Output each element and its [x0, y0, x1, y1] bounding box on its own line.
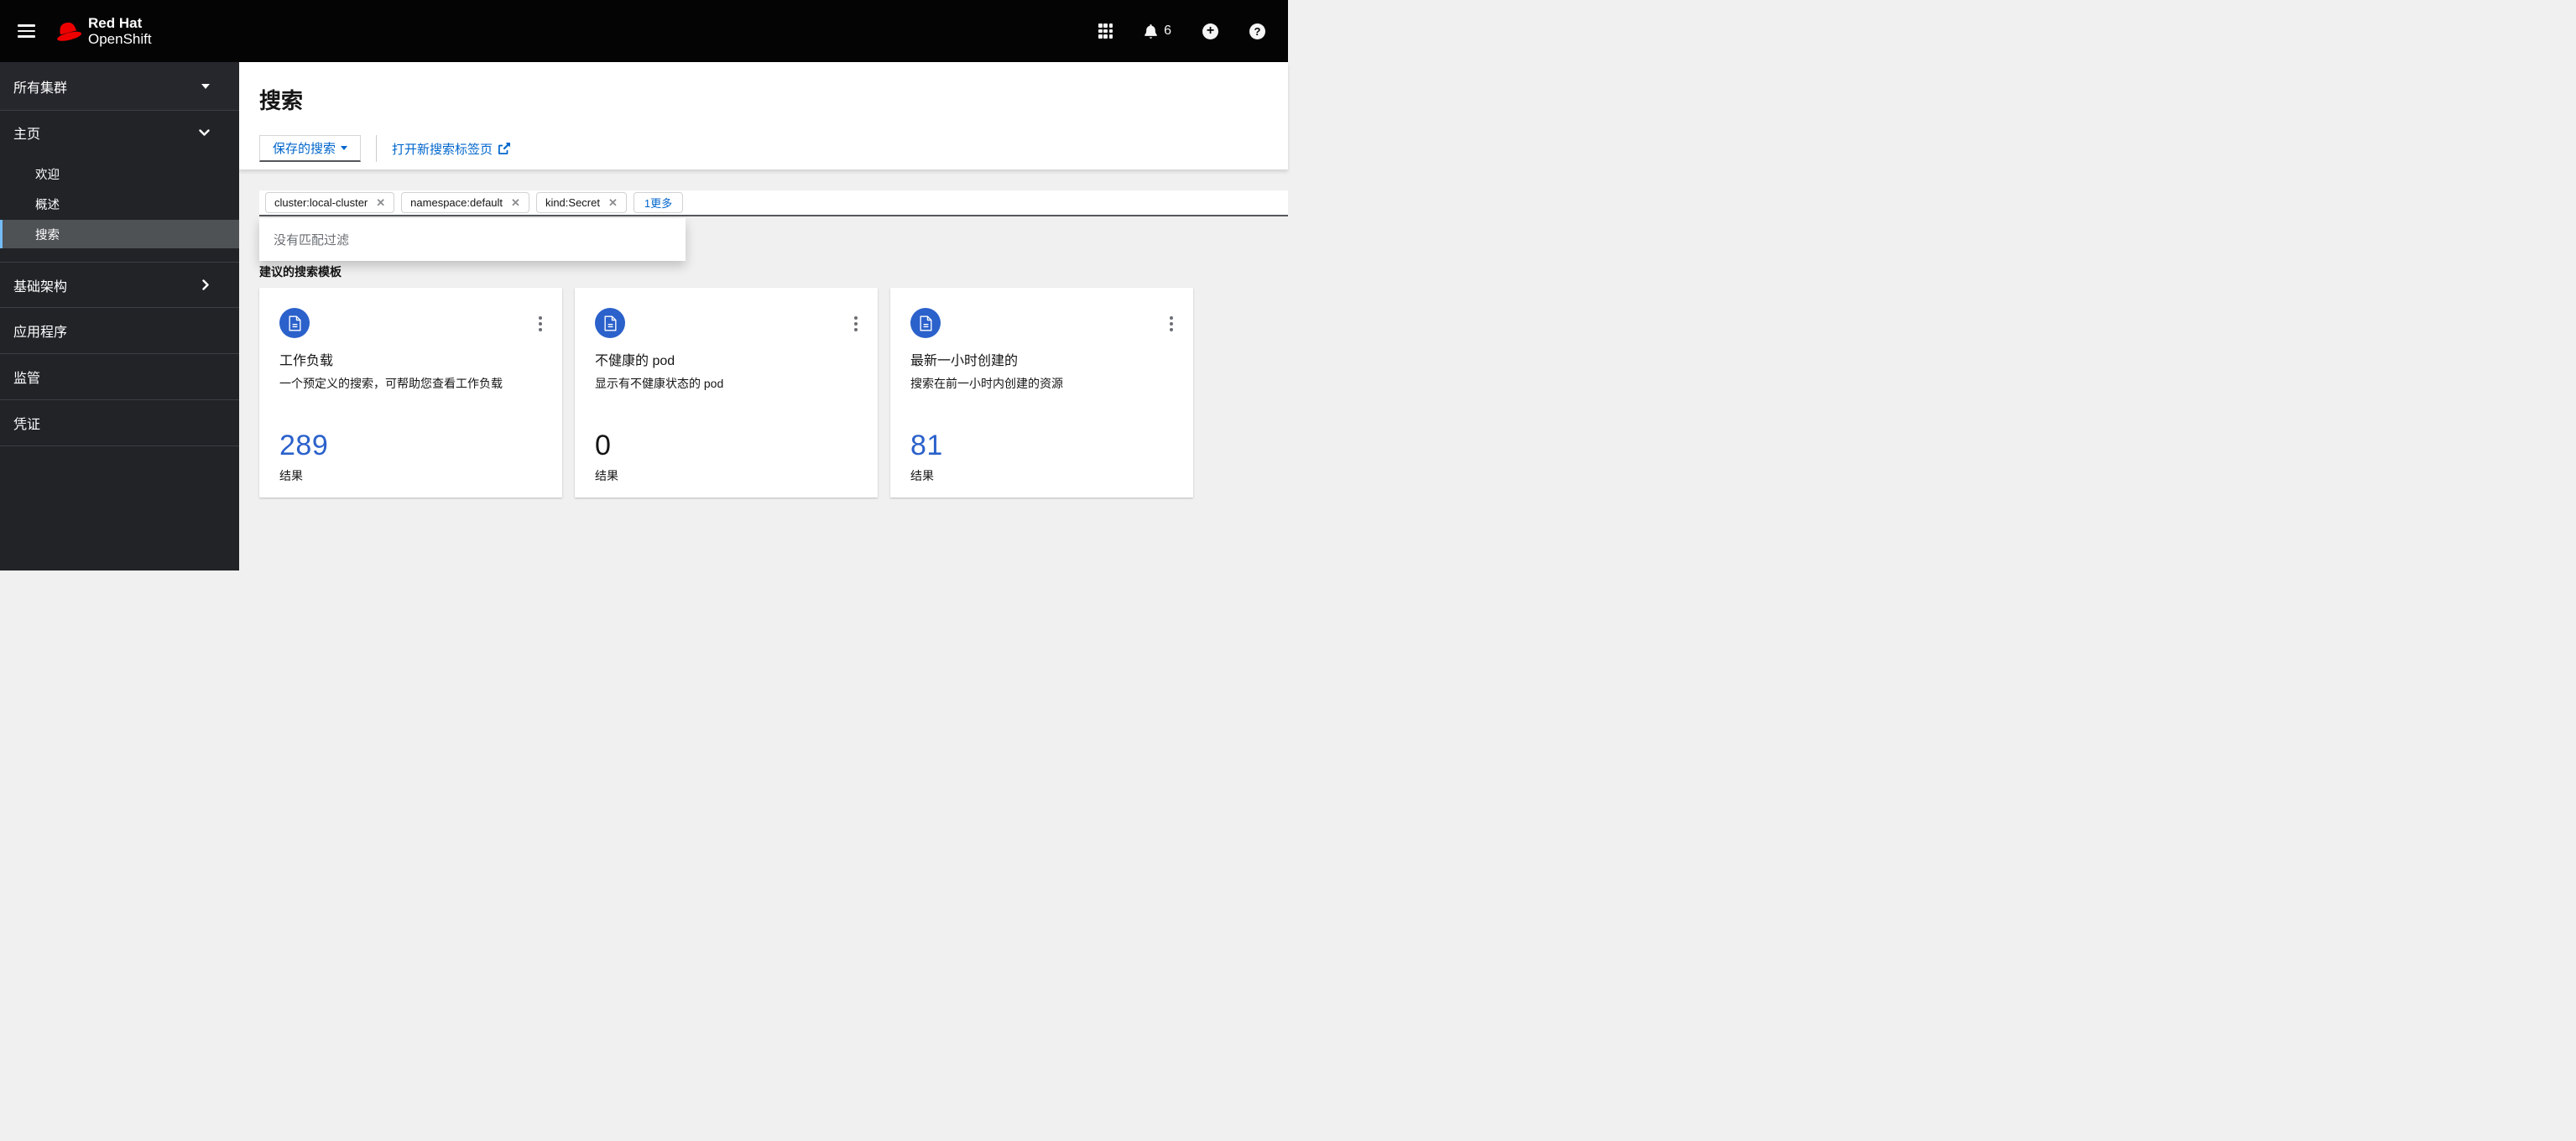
- close-icon: ✕: [607, 196, 618, 209]
- card-result: 289 结果: [279, 430, 328, 484]
- more-filters-label: 1更多: [644, 197, 673, 210]
- result-label: 结果: [595, 469, 618, 482]
- sidebar-item-search[interactable]: 搜索: [0, 220, 239, 248]
- close-icon: ✕: [376, 196, 386, 209]
- suggested-search-card-workloads[interactable]: 工作负载 一个预定义的搜索，可帮助您查看工作负载 289 结果: [259, 288, 562, 498]
- open-new-search-tab-link[interactable]: 打开新搜索标签页: [392, 140, 511, 158]
- document-circle-icon: [279, 308, 310, 338]
- card-title: 工作负载: [279, 354, 334, 368]
- document-circle-icon: [910, 308, 941, 338]
- card-title: 最新一小时创建的: [910, 354, 1019, 368]
- page-title: 搜索: [259, 88, 304, 113]
- sidebar-item-credentials[interactable]: 凭证: [0, 400, 239, 446]
- question-circle-icon: ?: [1249, 23, 1265, 39]
- chevron-right-icon: [202, 279, 209, 290]
- logo-line2: OpenShift: [88, 31, 152, 47]
- notifications-button[interactable]: 6: [1144, 23, 1171, 39]
- sidebar-item-overview-label: 概述: [35, 198, 60, 212]
- result-label: 结果: [279, 469, 303, 482]
- external-link-icon: [498, 143, 511, 154]
- sidebar-item-applications-label: 应用程序: [13, 326, 68, 340]
- filter-chip: namespace:default ✕: [401, 192, 529, 213]
- filter-chip-label: kind:Secret: [545, 196, 600, 209]
- redhat-fedora-icon: [57, 22, 82, 41]
- chip-remove-button[interactable]: ✕: [376, 197, 385, 208]
- app-launcher-button[interactable]: [1098, 23, 1113, 39]
- create-button[interactable]: +: [1202, 23, 1218, 39]
- filter-chip-label: namespace:default: [410, 196, 503, 209]
- sidebar: 所有集群 主页 欢迎 概述 搜索 基础架构 应用程序 监管 凭证: [0, 62, 239, 570]
- plus-circle-icon: +: [1202, 23, 1218, 39]
- saved-searches-dropdown[interactable]: 保存的搜索: [259, 135, 361, 162]
- toolbar: 保存的搜索 打开新搜索标签页: [259, 135, 1288, 162]
- hamburger-icon: [18, 24, 35, 38]
- result-count: 0: [595, 430, 612, 461]
- sidebar-item-home-label: 主页: [13, 128, 41, 142]
- card-description: 搜索在前一小时内创建的资源: [910, 377, 1063, 390]
- nav-toggle-button[interactable]: [9, 16, 44, 46]
- sidebar-item-governance-label: 监管: [13, 372, 41, 386]
- suggestions-heading: 建议的搜索模板: [259, 265, 342, 279]
- card-description: 显示有不健康状态的 pod: [595, 377, 724, 390]
- chip-remove-button[interactable]: ✕: [608, 197, 618, 208]
- sidebar-item-credentials-label: 凭证: [13, 418, 41, 432]
- card-result: 0 结果: [595, 430, 618, 484]
- masthead-actions: 6 + ?: [1098, 23, 1288, 39]
- document-icon: [288, 315, 301, 331]
- caret-down-icon: [201, 83, 210, 89]
- notification-count: 6: [1164, 23, 1171, 38]
- document-icon: [919, 315, 932, 331]
- suggested-search-cards: 工作负载 一个预定义的搜索，可帮助您查看工作负载 289 结果 不健康的 pod…: [259, 288, 1193, 498]
- bell-icon: [1145, 23, 1157, 39]
- chip-remove-button[interactable]: ✕: [511, 197, 520, 208]
- sidebar-home-sublist: 欢迎 概述 搜索: [0, 159, 239, 248]
- sidebar-item-home[interactable]: 主页: [0, 111, 239, 154]
- result-count: 289: [279, 430, 329, 461]
- card-kebab-button[interactable]: [537, 315, 544, 333]
- sidebar-item-welcome[interactable]: 欢迎: [0, 159, 239, 188]
- open-new-search-tab-label: 打开新搜索标签页: [392, 142, 493, 157]
- document-icon: [603, 315, 617, 331]
- card-title: 不健康的 pod: [595, 354, 675, 368]
- card-result: 81 结果: [910, 430, 943, 484]
- document-circle-icon: [595, 308, 625, 338]
- chevron-down-icon: [199, 128, 210, 136]
- suggested-search-card-created-last-hour[interactable]: 最新一小时创建的 搜索在前一小时内创建的资源 81 结果: [890, 288, 1193, 498]
- cluster-selector-label: 所有集群: [13, 81, 68, 96]
- sidebar-item-infrastructure-label: 基础架构: [13, 279, 68, 294]
- saved-searches-label: 保存的搜索: [273, 142, 336, 156]
- app-launcher-grid-icon: [1098, 23, 1113, 39]
- card-description: 一个预定义的搜索，可帮助您查看工作负载: [279, 377, 503, 390]
- toolbar-divider: [376, 135, 377, 162]
- card-kebab-button[interactable]: [1168, 315, 1175, 333]
- sidebar-item-welcome-label: 欢迎: [35, 168, 60, 182]
- masthead: Red Hat OpenShift 6 + ?: [0, 0, 1288, 62]
- sidebar-item-search-label: 搜索: [35, 228, 60, 242]
- cluster-selector[interactable]: 所有集群: [0, 62, 239, 111]
- result-label: 结果: [910, 469, 934, 482]
- result-count: 81: [910, 430, 943, 461]
- brand-logo: Red Hat OpenShift: [55, 15, 152, 47]
- filter-chip: cluster:local-cluster ✕: [265, 192, 395, 213]
- search-input-bar[interactable]: cluster:local-cluster ✕ namespace:defaul…: [259, 190, 1288, 216]
- more-filters-button[interactable]: 1更多: [633, 192, 684, 213]
- filter-dropdown-panel: 没有匹配过滤: [259, 218, 686, 261]
- filter-chip-label: cluster:local-cluster: [274, 196, 368, 209]
- card-kebab-button[interactable]: [853, 315, 859, 333]
- sidebar-item-governance[interactable]: 监管: [0, 354, 239, 400]
- sidebar-item-infrastructure[interactable]: 基础架构: [0, 262, 239, 308]
- no-match-message: 没有匹配过滤: [274, 233, 350, 247]
- caret-down-icon: [341, 146, 347, 150]
- logo-line1: Red Hat: [88, 15, 143, 31]
- sidebar-item-overview[interactable]: 概述: [0, 190, 239, 218]
- page-header: 搜索 保存的搜索 打开新搜索标签页: [239, 62, 1288, 169]
- help-button[interactable]: ?: [1249, 23, 1265, 39]
- suggested-search-card-unhealthy-pods[interactable]: 不健康的 pod 显示有不健康状态的 pod 0 结果: [575, 288, 878, 498]
- sidebar-item-applications[interactable]: 应用程序: [0, 308, 239, 354]
- close-icon: ✕: [511, 196, 520, 209]
- filter-chip: kind:Secret ✕: [535, 192, 627, 213]
